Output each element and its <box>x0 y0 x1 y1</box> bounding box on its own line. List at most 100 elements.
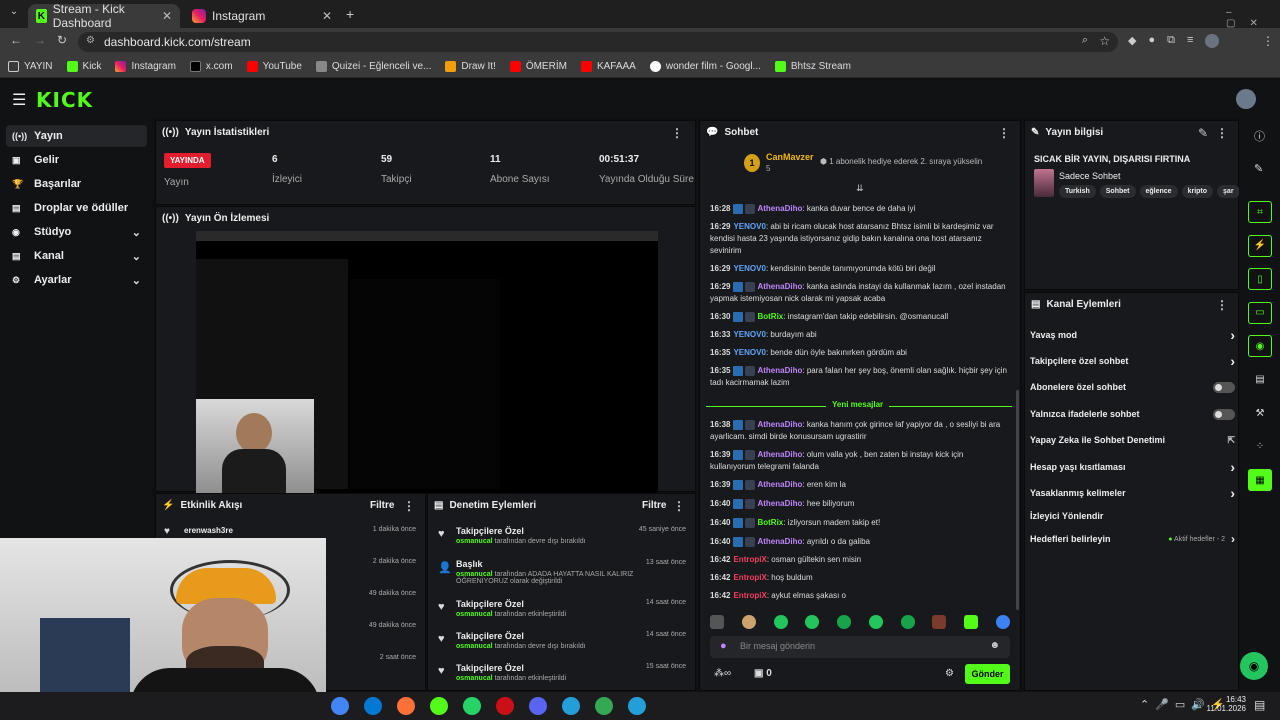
grid-icon[interactable]: ▦ <box>1248 469 1272 491</box>
lightning-icon[interactable]: ⚡ <box>1248 234 1272 257</box>
bookmark-wonder[interactable]: wonder film - Googl... <box>649 61 761 72</box>
scrollbar[interactable] <box>1016 390 1019 610</box>
message-user[interactable]: AthenaDiho <box>757 537 802 546</box>
document-icon[interactable]: ▯ <box>1248 268 1272 290</box>
wrench-icon[interactable]: ⚒ <box>1248 402 1272 424</box>
outlook-icon[interactable] <box>364 697 382 715</box>
avatar[interactable] <box>1236 89 1256 109</box>
reload-icon[interactable]: ↻ <box>57 33 67 47</box>
back-icon[interactable]: ← <box>10 33 22 47</box>
tab-instagram[interactable]: Instagram ✕ <box>184 4 340 28</box>
bookmark-youtube[interactable]: YouTube <box>246 61 302 72</box>
channel-action-row[interactable]: Yapay Zeka ile Sohbet Denetimi ⇱ <box>1030 431 1235 449</box>
message-user[interactable]: EntropiX <box>733 573 766 582</box>
notification-icon[interactable]: ▤ <box>1254 698 1265 712</box>
message-user[interactable]: AthenaDiho <box>757 204 802 213</box>
tag-chip[interactable]: Turkish <box>1059 185 1096 198</box>
bookmark-kafaaa[interactable]: KAFAAA <box>580 61 636 72</box>
channel-action-row[interactable]: Hesap yaşı kısıtlaması › <box>1030 458 1235 476</box>
tag-chip[interactable]: şar <box>1217 185 1239 198</box>
channel-action-row[interactable]: Yavaş mod › <box>1030 326 1235 344</box>
message-user[interactable]: YENOV0 <box>733 264 765 273</box>
emote-icon[interactable] <box>932 615 947 629</box>
pencil-icon[interactable]: ✎ <box>1254 162 1263 175</box>
kick-logo[interactable]: KICK <box>36 88 93 112</box>
clock[interactable]: 16:43 11.01.2026 <box>1204 695 1246 713</box>
firefox-icon[interactable] <box>397 697 415 715</box>
more-icon[interactable]: ⋮ <box>998 126 1010 140</box>
new-tab-icon[interactable]: + <box>346 6 354 22</box>
send-button[interactable]: Gönder <box>965 664 1010 684</box>
emote-icon[interactable] <box>710 615 724 629</box>
message-user[interactable]: AthenaDiho <box>757 420 802 429</box>
close-icon[interactable]: ✕ <box>322 9 332 23</box>
zoom-icon[interactable]: ⌕ <box>1082 34 1088 47</box>
bookmark-instagram[interactable]: Instagram <box>115 61 176 72</box>
filter-button[interactable]: Filtre <box>370 500 394 511</box>
moderator-name[interactable]: osmanucal <box>456 675 493 682</box>
infinity-icon[interactable]: ⁂∞ <box>714 668 731 679</box>
bookmark-bhtsz[interactable]: Bhtsz Stream <box>774 61 851 72</box>
scan-icon[interactable]: ⌗ <box>1248 201 1272 223</box>
moderator-name[interactable]: osmanucal <box>456 611 493 618</box>
extension-icons[interactable]: ◆ ● ⧉ ≡ <box>1128 34 1248 50</box>
help-chat-icon[interactable]: ◉ <box>1240 652 1268 680</box>
star-icon[interactable]: ☆ <box>1099 34 1110 48</box>
chat-icon[interactable]: ▭ <box>1248 301 1272 324</box>
tag-chip[interactable]: eğlence <box>1139 185 1178 198</box>
scroll-down-icon[interactable]: ⇊ <box>856 183 864 194</box>
message-user[interactable]: EntropiX <box>733 591 766 600</box>
more-icon[interactable]: ⋮ <box>1216 126 1228 140</box>
info-icon[interactable]: ⓘ <box>1254 128 1265 144</box>
message-user[interactable]: AthenaDiho <box>757 480 802 489</box>
bookmark-x[interactable]: x.com <box>189 61 233 72</box>
opera-icon[interactable] <box>496 697 514 715</box>
toggle-switch[interactable] <box>1213 381 1235 393</box>
list-icon[interactable]: ▤ <box>1248 369 1272 391</box>
users-icon[interactable]: ⁘ <box>1248 436 1272 458</box>
channel-action-row[interactable]: Takipçilere özel sohbet › <box>1030 352 1235 370</box>
preview-video[interactable] <box>196 231 658 493</box>
moderator-name[interactable]: osmanucal <box>456 643 493 650</box>
emote-icon[interactable] <box>773 615 788 629</box>
more-icon[interactable]: ⋮ <box>673 499 685 513</box>
channel-action-row[interactable]: Abonelere özel sohbet <box>1030 378 1235 396</box>
emote-icon[interactable] <box>741 615 756 629</box>
moderator-name[interactable]: osmanucal <box>456 538 493 545</box>
window-controls[interactable]: –▢✕ <box>1226 7 1280 29</box>
more-icon[interactable]: ⋮ <box>1216 298 1228 312</box>
discord-icon[interactable] <box>529 697 547 715</box>
bookmark-quizei[interactable]: Quizei - Eğlenceli ve... <box>315 61 431 72</box>
whatsapp-icon[interactable] <box>463 697 481 715</box>
sidebar-item-0[interactable]: ((•)) Yayın <box>6 125 147 147</box>
bookmark-yayin[interactable]: YAYIN <box>8 61 53 72</box>
hamburger-menu-icon[interactable]: ☰ <box>12 90 26 110</box>
channel-action-row[interactable]: Yalnızca ifadelerle sohbet <box>1030 405 1235 423</box>
message-user[interactable]: AthenaDiho <box>757 282 802 291</box>
moderator-name[interactable]: osmanucal <box>456 571 493 578</box>
more-icon[interactable]: ⋮ <box>403 499 415 513</box>
emote-icon[interactable] <box>868 615 883 629</box>
sidebar-item-3[interactable]: ▤ Droplar ve ödüller <box>6 197 147 219</box>
message-user[interactable]: AthenaDiho <box>757 499 802 508</box>
message-user[interactable]: BotRix <box>757 312 783 321</box>
sidebar-item-6[interactable]: ⚙ Ayarlar ⌄ <box>6 269 147 291</box>
emote-icon[interactable] <box>805 615 820 629</box>
message-user[interactable]: AthenaDiho <box>757 366 802 375</box>
site-info-icon[interactable]: ⚙ <box>86 35 95 46</box>
emoji-icon[interactable]: ☻ <box>989 640 1000 651</box>
menu-dots-icon[interactable]: ⋮ <box>1262 34 1274 48</box>
message-user[interactable]: BotRix <box>757 518 783 527</box>
forward-icon[interactable]: → <box>34 33 46 47</box>
emote-icon[interactable] <box>900 615 915 629</box>
channel-action-row[interactable]: İzleyici Yönlendir <box>1030 507 1235 525</box>
sidebar-item-2[interactable]: 🏆 Başarılar <box>6 173 147 195</box>
chrome-icon[interactable] <box>331 697 349 715</box>
message-user[interactable]: AthenaDiho <box>757 450 802 459</box>
message-user[interactable]: YENOV0 <box>733 330 765 339</box>
bookmark-kick[interactable]: Kick <box>66 61 101 72</box>
tab-search-icon[interactable]: ⌄ <box>6 6 22 22</box>
sidebar-item-1[interactable]: ▣ Gelir <box>6 149 147 171</box>
more-icon[interactable]: ⋮ <box>671 126 683 140</box>
channel-action-row[interactable]: Hedefleri belirleyin ● Aktif hedefler - 2… <box>1030 530 1235 548</box>
